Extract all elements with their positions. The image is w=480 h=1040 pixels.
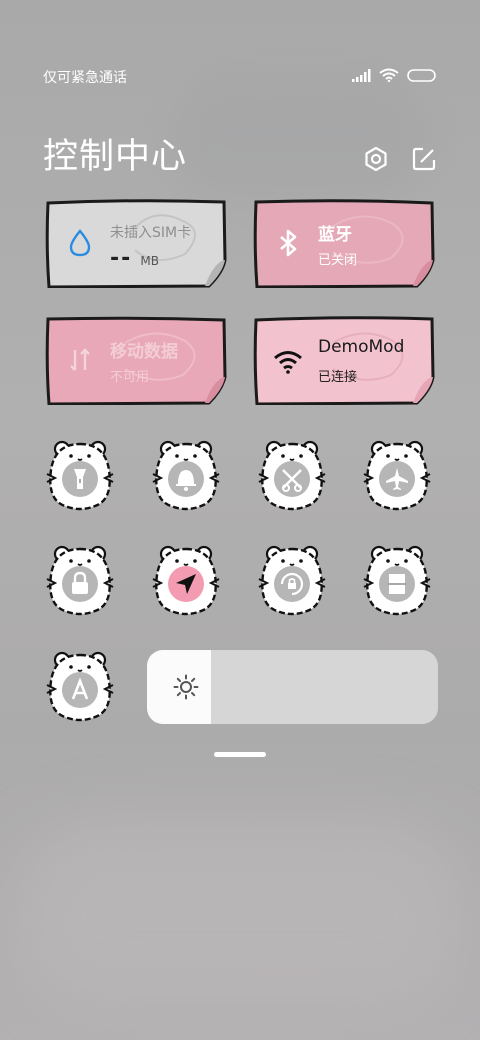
usage-value: --	[110, 246, 133, 271]
settings-icon[interactable]	[363, 146, 389, 172]
page-title: 控制中心	[43, 137, 188, 177]
wifi-status-icon	[379, 68, 399, 82]
sun-icon	[173, 674, 199, 700]
data-usage-card[interactable]: 未插入SIM卡 -- MB	[45, 198, 227, 288]
toggle-flashlight[interactable]	[45, 440, 115, 512]
wifi-network-name: DemoMod	[318, 337, 405, 357]
carrier-text: 仅可紧急通话	[43, 70, 127, 86]
bluetooth-label: 蓝牙	[318, 225, 352, 245]
mobile-data-status: 不可用	[110, 370, 150, 385]
mobile-data-card[interactable]: 移动数据 不可用	[45, 315, 227, 405]
mobile-data-label: 移动数据	[110, 342, 178, 362]
mobile-data-icon	[70, 348, 90, 371]
signal-icon	[352, 68, 371, 82]
toggle-silent[interactable]	[151, 440, 221, 512]
toggle-screencast[interactable]	[362, 545, 432, 617]
wifi-card[interactable]: DemoMod 已连接	[253, 315, 435, 405]
usage-unit: MB	[140, 254, 159, 268]
drop-icon	[69, 229, 91, 257]
wifi-icon	[274, 351, 302, 374]
toggle-airplane[interactable]	[362, 440, 432, 512]
brightness-slider[interactable]	[147, 650, 438, 724]
data-usage-value: -- MB	[110, 246, 159, 271]
status-bar: 仅可紧急通话	[43, 66, 436, 86]
wifi-status: 已连接	[318, 370, 358, 385]
bluetooth-icon	[280, 229, 297, 257]
toggle-auto-brightness[interactable]	[45, 651, 115, 723]
toggle-location[interactable]	[151, 545, 221, 617]
sim-status-text: 未插入SIM卡	[110, 225, 192, 241]
edit-icon[interactable]	[411, 146, 437, 172]
battery-icon	[407, 68, 436, 82]
bluetooth-status: 已关闭	[318, 253, 358, 268]
bluetooth-card[interactable]: 蓝牙 已关闭	[253, 198, 435, 288]
toggle-rotation-lock[interactable]	[257, 545, 327, 617]
close-handle[interactable]	[214, 752, 266, 757]
toggle-lock-screen[interactable]	[45, 545, 115, 617]
toggle-screenshot[interactable]	[257, 440, 327, 512]
reading-mode-icon	[387, 574, 407, 594]
